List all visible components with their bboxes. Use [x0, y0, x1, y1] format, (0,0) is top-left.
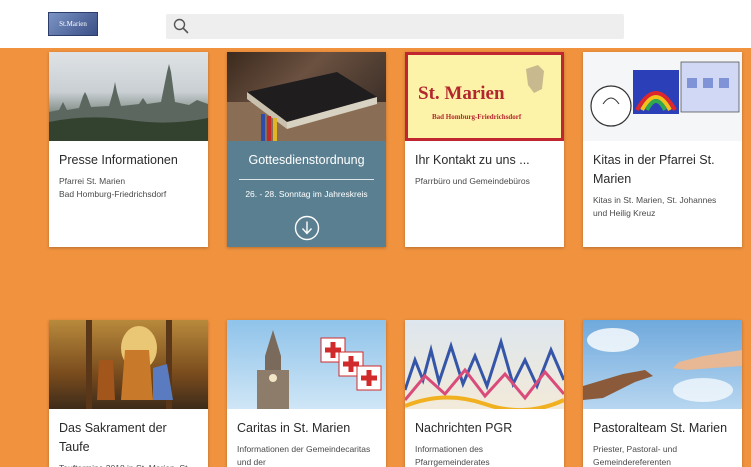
- card-gottesdienstordnung[interactable]: Gottesdienstordnung 26. - 28. Sonntag im…: [227, 52, 386, 247]
- card-image-caritas: [227, 320, 386, 409]
- card-kitas[interactable]: Kitas in der Pfarrei St. Marien Kitas in…: [583, 52, 742, 247]
- card-caritas[interactable]: Caritas in St. Marien Informationen der …: [227, 320, 386, 467]
- card-taufe[interactable]: Das Sakrament der Taufe Tauftermine 2018…: [49, 320, 208, 467]
- card-title[interactable]: Das Sakrament der Taufe: [49, 409, 208, 457]
- card-pastoralteam[interactable]: Pastoralteam St. Marien Priester, Pastor…: [583, 320, 742, 467]
- search-bar[interactable]: [166, 14, 624, 39]
- sign-title: St. Marien: [418, 83, 505, 104]
- card-title[interactable]: Pastoralteam St. Marien: [583, 409, 742, 438]
- card-title[interactable]: Caritas in St. Marien: [227, 409, 386, 438]
- card-title[interactable]: Nachrichten PGR: [405, 409, 564, 438]
- card-description: Pfarrei St. Marien Bad Homburg-Friedrich…: [59, 176, 167, 199]
- card-image-kita: [583, 52, 742, 141]
- card-kontakt[interactable]: St. Marien Bad Homburg-Friedrichsdorf Ih…: [405, 52, 564, 247]
- top-bar: St.Marien: [0, 0, 751, 48]
- card-description: Priester, Pastoral- und Gemeindereferent…: [593, 444, 678, 467]
- arrow-down-circle-icon[interactable]: [294, 215, 320, 241]
- card-description: Informationen der Gemeindecaritas und de…: [237, 444, 371, 467]
- card-description: Kitas in St. Marien, St. Johannes und He…: [593, 195, 717, 218]
- card-description: Informationen des Pfarrgemeinderates: [415, 444, 490, 467]
- card-image-baptism-art: [49, 320, 208, 409]
- card-image-city-sketch: [405, 320, 564, 409]
- search-icon[interactable]: [172, 17, 190, 35]
- card-image-sign: St. Marien Bad Homburg-Friedrichsdorf: [405, 52, 564, 141]
- card-title[interactable]: Gottesdienstordnung: [227, 141, 386, 170]
- card-image-bible: [227, 52, 386, 141]
- tile-grid: Presse Informationen Pfarrei St. Marien …: [0, 48, 751, 467]
- card-title[interactable]: Ihr Kontakt zu uns ...: [405, 141, 564, 170]
- card-description: Pfarrbüro und Gemeindebüros: [415, 176, 530, 186]
- search-input[interactable]: [194, 14, 614, 39]
- card-presse[interactable]: Presse Informationen Pfarrei St. Marien …: [49, 52, 208, 247]
- card-pgr[interactable]: Nachrichten PGR Informationen des Pfarrg…: [405, 320, 564, 467]
- sign-subtitle: Bad Homburg-Friedrichsdorf: [432, 113, 522, 121]
- site-logo[interactable]: St.Marien: [48, 12, 98, 36]
- card-title[interactable]: Presse Informationen: [49, 141, 208, 170]
- card-description: Tauftermine 2018 in St. Marien, St. Joha…: [49, 457, 208, 467]
- card-description: 26. - 28. Sonntag im Jahreskreis: [245, 189, 368, 199]
- card-title[interactable]: Kitas in der Pfarrei St. Marien: [583, 141, 742, 189]
- card-image-city: [49, 52, 208, 141]
- card-image-hands: [583, 320, 742, 409]
